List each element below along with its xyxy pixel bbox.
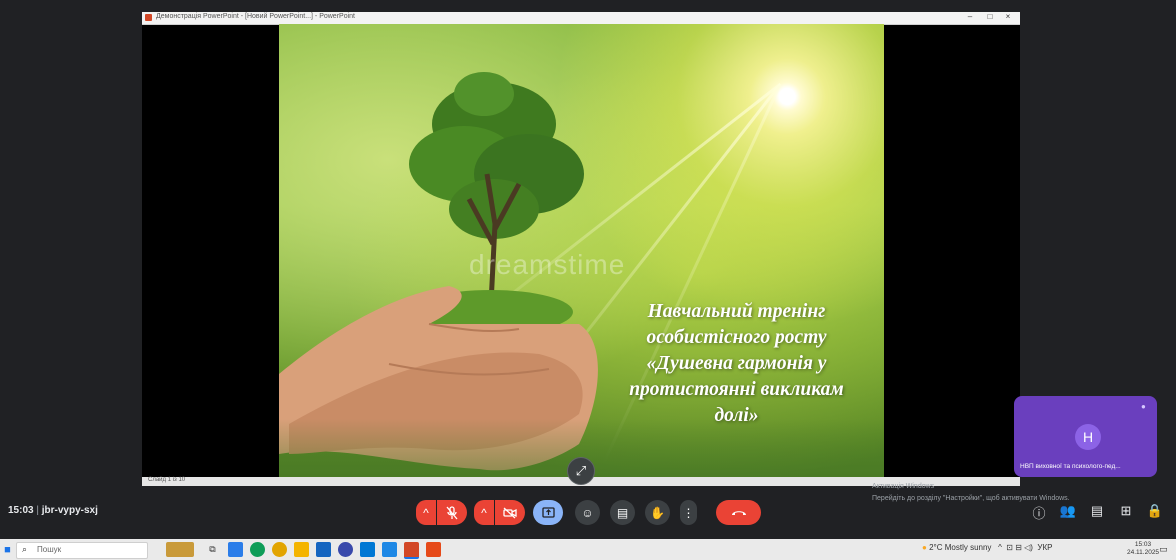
more-vert-icon: ⋮ — [682, 505, 695, 520]
app-icon[interactable] — [338, 542, 353, 557]
slide-title-line: долі» — [714, 405, 759, 426]
file-explorer-icon[interactable] — [294, 542, 309, 557]
activation-title: Активація Windows — [872, 483, 935, 490]
mic-options-button[interactable]: ^ — [416, 500, 436, 525]
emoji-button[interactable]: ☺ — [575, 500, 600, 525]
emoji-icon: ☺ — [581, 505, 594, 520]
present-screen-icon — [541, 507, 555, 518]
ppt-window-title: Демонстрація PowerPoint - [Новий PowerPo… — [156, 13, 355, 20]
captions-button[interactable]: ▤ — [610, 500, 635, 525]
mic-off-icon — [446, 505, 458, 519]
weather-icon: ● — [922, 543, 927, 552]
expand-icon[interactable]: ⤢ — [567, 457, 595, 485]
powerpoint-icon[interactable] — [404, 542, 419, 559]
search-icon: ⌕ — [22, 544, 28, 554]
chevron-up-icon: ^ — [481, 505, 487, 520]
info-icon[interactable]: ⓘ — [1029, 503, 1049, 522]
shared-screen: Демонстрація PowerPoint - [Новий PowerPo… — [142, 12, 1020, 486]
minimize-icon: – — [967, 12, 973, 21]
app-icon[interactable] — [228, 542, 243, 557]
mail-icon[interactable] — [316, 542, 331, 557]
windows-start-icon[interactable]: ■ — [0, 542, 15, 557]
taskbar-clock[interactable]: 15:03 24.11.2025 — [1127, 541, 1159, 557]
weather: 2°C Mostly sunny — [929, 543, 992, 552]
store-icon[interactable] — [360, 542, 375, 557]
chevron-up-icon: ^ — [423, 505, 429, 520]
app-icon[interactable] — [426, 542, 441, 557]
search-highlight-icon — [166, 542, 194, 557]
task-view-icon[interactable]: ⧉ — [205, 542, 220, 557]
chat-icon[interactable]: ▤ — [1087, 503, 1107, 519]
search-placeholder: Пошук — [37, 545, 62, 554]
activation-hint: Перейдіть до розділу "Настройки", щоб ак… — [872, 495, 1070, 502]
host-controls-icon[interactable]: 🔒 — [1145, 503, 1165, 519]
app-icon[interactable] — [382, 542, 397, 557]
stock-watermark: dreamstime — [469, 249, 626, 280]
hang-up-button[interactable] — [716, 500, 761, 525]
meeting-info: 15:03 | jbr-vypy-sxj — [8, 505, 98, 516]
powerpoint-icon — [145, 14, 152, 21]
camera-toggle-button[interactable] — [495, 500, 525, 525]
mic-toggle-button[interactable] — [437, 500, 467, 525]
language: УКР — [1037, 543, 1053, 552]
windows-taskbar: ■ ⌕ Пошук ⧉ ● 2°C Mostly sunny ^ ⊡ ⊟ ◁) … — [0, 539, 1176, 560]
hand-icon: ✋ — [650, 505, 665, 520]
slide-counter: Слайд 1 із 10 — [148, 477, 186, 483]
camera-off-icon — [503, 507, 517, 518]
close-icon: × — [1005, 12, 1011, 21]
avatar: Н — [1075, 424, 1101, 450]
chrome-icon[interactable] — [272, 542, 287, 557]
present-button[interactable] — [533, 500, 563, 525]
slide-title: Навчальний тренінг особистісного росту «… — [599, 299, 874, 429]
camera-options-button[interactable]: ^ — [474, 500, 494, 525]
participant-name: НВП виховної та психолого-пед... — [1020, 463, 1121, 470]
notifications-icon[interactable]: ▭ — [1156, 542, 1171, 557]
clock-date: 24.11.2025 — [1127, 549, 1160, 556]
slide-title-line: особистісного росту — [646, 327, 827, 348]
slide-title-line: «Душевна гармонія у — [646, 353, 827, 374]
clock-time: 15:03 — [1134, 541, 1152, 548]
taskbar-search[interactable]: ⌕ Пошук — [16, 542, 148, 559]
captions-icon: ▤ — [616, 505, 629, 520]
meeting-time: 15:03 — [8, 505, 34, 516]
activities-icon[interactable]: ⊞ — [1116, 503, 1136, 519]
slide-title-line: Навчальний тренінг — [647, 301, 826, 322]
slide-title-line: протистоянні викликам — [629, 379, 844, 400]
more-options-button[interactable]: ⋮ — [680, 500, 697, 525]
participant-tile[interactable]: ● Н НВП виховної та психолого-пед... — [1014, 396, 1157, 477]
raise-hand-button[interactable]: ✋ — [645, 500, 670, 525]
meeting-code: jbr-vypy-sxj — [41, 505, 98, 516]
slide: dreamstime Навчальний тренінг особистісн… — [279, 24, 884, 477]
maximize-icon: □ — [987, 12, 993, 21]
people-icon[interactable]: 👥 — [1058, 503, 1078, 519]
edge-icon[interactable] — [250, 542, 265, 557]
mic-muted-icon: ● — [1141, 402, 1146, 411]
system-tray[interactable]: ● 2°C Mostly sunny ^ ⊡ ⊟ ◁) УКР — [922, 543, 1052, 552]
phone-hangup-icon — [731, 510, 746, 515]
